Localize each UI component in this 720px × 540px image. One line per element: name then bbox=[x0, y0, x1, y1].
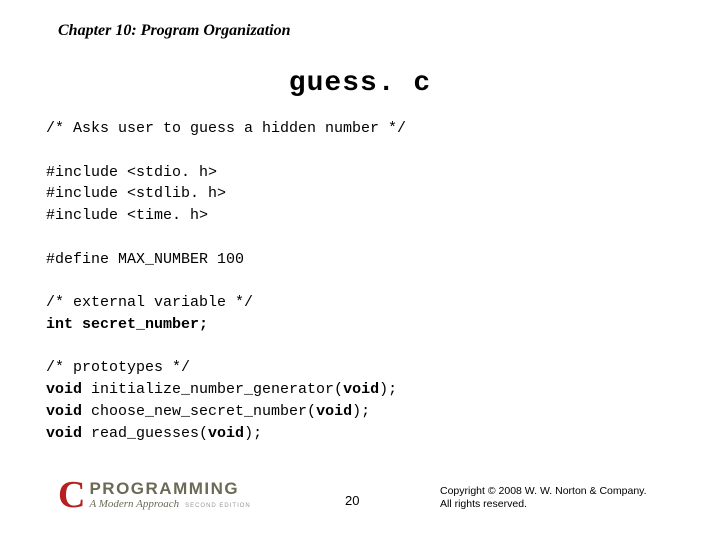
keyword: void bbox=[316, 403, 352, 420]
logo-title: PROGRAMMING bbox=[89, 480, 250, 497]
keyword: void bbox=[208, 425, 244, 442]
keyword: void bbox=[46, 425, 82, 442]
code-text: secret_number; bbox=[73, 316, 208, 333]
copyright-line: All rights reserved. bbox=[440, 498, 647, 512]
code-text: ); bbox=[352, 403, 370, 420]
slide-title: guess. c bbox=[0, 68, 720, 99]
copyright: Copyright © 2008 W. W. Norton & Company.… bbox=[440, 485, 647, 512]
code-line: /* external variable */ bbox=[46, 294, 253, 311]
logo-subtitle: A Modern Approach bbox=[89, 499, 179, 510]
code-line: #include <stdio. h> bbox=[46, 164, 217, 181]
chapter-header: Chapter 10: Program Organization bbox=[58, 22, 290, 40]
code-text: ); bbox=[244, 425, 262, 442]
logo-letter: C bbox=[58, 476, 85, 514]
code-text: ); bbox=[379, 381, 397, 398]
keyword: void bbox=[46, 381, 82, 398]
logo-edition: SECOND EDITION bbox=[185, 503, 251, 509]
code-line: #include <time. h> bbox=[46, 207, 208, 224]
code-line: /* Asks user to guess a hidden number */ bbox=[46, 120, 406, 137]
code-text: choose_new_secret_number( bbox=[82, 403, 316, 420]
copyright-line: Copyright © 2008 W. W. Norton & Company. bbox=[440, 485, 647, 499]
book-logo: C PROGRAMMING A Modern Approach SECOND E… bbox=[58, 476, 251, 514]
code-line: /* prototypes */ bbox=[46, 359, 190, 376]
page-number: 20 bbox=[345, 493, 359, 508]
code-line: #include <stdlib. h> bbox=[46, 185, 226, 202]
keyword: int bbox=[46, 316, 73, 333]
code-line: #define MAX_NUMBER 100 bbox=[46, 251, 244, 268]
logo-text: PROGRAMMING A Modern Approach SECOND EDI… bbox=[89, 480, 250, 510]
footer: C PROGRAMMING A Modern Approach SECOND E… bbox=[0, 472, 720, 522]
code-text: initialize_number_generator( bbox=[82, 381, 343, 398]
code-block: /* Asks user to guess a hidden number */… bbox=[46, 118, 406, 444]
keyword: void bbox=[46, 403, 82, 420]
keyword: void bbox=[343, 381, 379, 398]
code-text: read_guesses( bbox=[82, 425, 208, 442]
